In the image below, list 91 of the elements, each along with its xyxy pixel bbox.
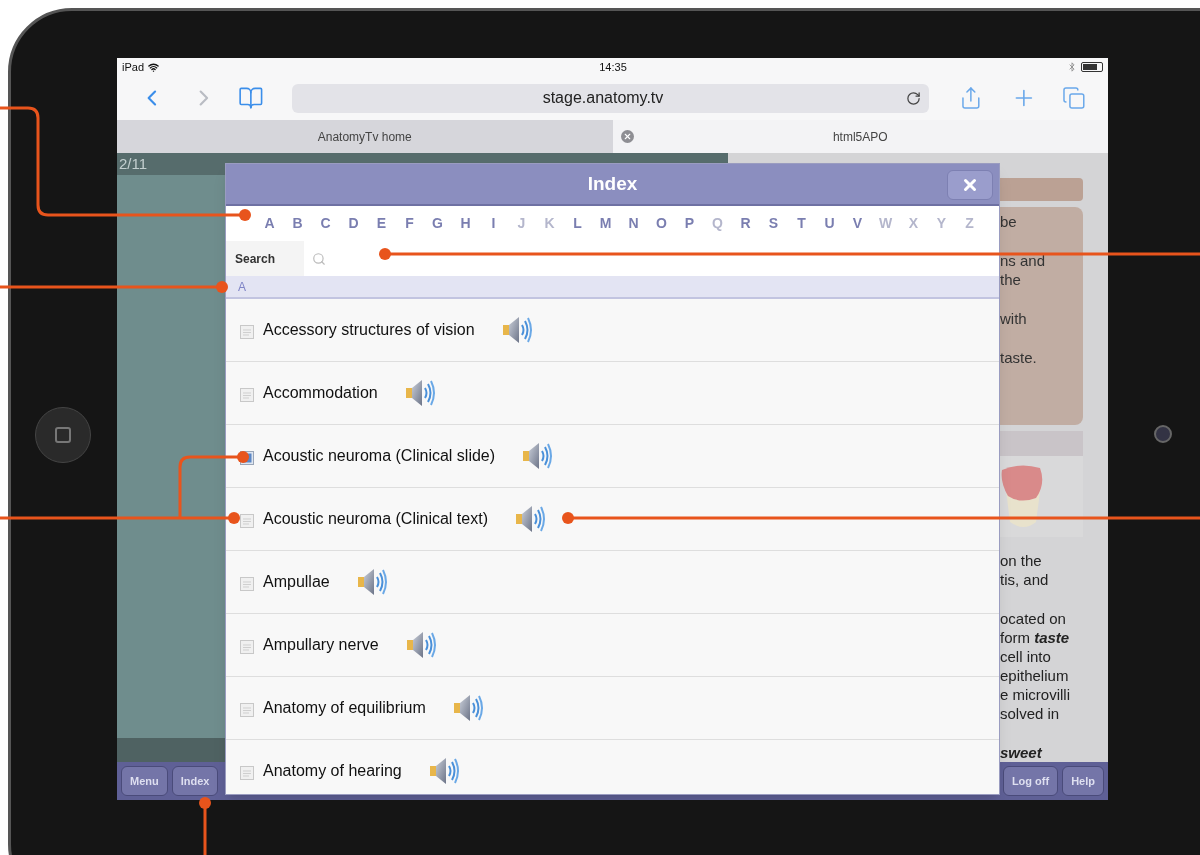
speaker-icon[interactable] xyxy=(356,567,389,597)
bluetooth-icon xyxy=(1067,62,1077,72)
slide-counter: 2/11 xyxy=(119,153,148,174)
search-label: Search xyxy=(226,241,304,276)
letter-link[interactable]: T xyxy=(794,213,809,234)
speaker-icon[interactable] xyxy=(452,693,485,723)
clock-time: 14:35 xyxy=(599,59,627,75)
text-line: form taste xyxy=(1000,628,1071,647)
entry-label: Acoustic neuroma (Clinical slide) xyxy=(263,446,496,466)
square-icon xyxy=(55,427,71,443)
letter-link[interactable]: F xyxy=(402,213,417,234)
letter-link[interactable]: Q xyxy=(710,213,725,234)
index-entry[interactable]: Anatomy of equilibrium xyxy=(226,677,999,740)
letter-link[interactable]: U xyxy=(822,213,837,234)
close-button[interactable] xyxy=(947,170,993,200)
letter-link[interactable]: Y xyxy=(934,213,949,234)
letter-link[interactable]: K xyxy=(542,213,557,234)
battery-icon xyxy=(1081,62,1103,72)
browser-tab[interactable]: AnatomyTv home xyxy=(117,120,613,153)
text-line: taste. xyxy=(1000,348,1038,368)
close-tab-icon[interactable] xyxy=(620,130,634,143)
letter-link[interactable]: Z xyxy=(962,213,977,234)
index-entry[interactable]: Ampullary nerve xyxy=(226,614,999,677)
text-line: e microvilli xyxy=(1000,685,1071,704)
letter-link[interactable]: N xyxy=(626,213,641,234)
camera-icon xyxy=(1154,425,1172,443)
close-icon xyxy=(961,176,979,194)
text-line: the xyxy=(1000,270,1022,290)
letter-link[interactable]: M xyxy=(598,213,613,234)
entry-label: Ampullary nerve xyxy=(263,635,379,655)
index-entry[interactable]: Anatomy of hearing xyxy=(226,740,999,794)
text-line: epithelium xyxy=(1000,666,1070,685)
leader-line xyxy=(199,797,211,855)
entry-label: Anatomy of equilibrium xyxy=(263,698,426,718)
letter-link[interactable]: G xyxy=(430,213,445,234)
speaker-icon[interactable] xyxy=(514,504,547,534)
letter-link[interactable]: L xyxy=(570,213,585,234)
entry-label: Anatomy of hearing xyxy=(263,761,402,781)
letter-link[interactable]: X xyxy=(906,213,921,234)
letter-link[interactable]: J xyxy=(514,213,529,234)
text-line: on the xyxy=(1000,551,1043,570)
home-button[interactable] xyxy=(35,407,91,463)
text-line: tis, and xyxy=(1000,570,1050,589)
letter-link[interactable]: E xyxy=(374,213,389,234)
entry-label: Accessory structures of vision xyxy=(263,320,475,340)
letter-link[interactable]: R xyxy=(738,213,753,234)
tabs-icon[interactable] xyxy=(1062,86,1086,110)
letter-link[interactable]: P xyxy=(682,213,697,234)
text-line: ns and xyxy=(1000,251,1047,271)
letter-link[interactable]: V xyxy=(850,213,865,234)
index-entry[interactable]: Ampullae xyxy=(226,551,999,614)
speaker-icon[interactable] xyxy=(428,756,461,786)
bookmarks-icon[interactable] xyxy=(238,85,265,111)
browser-tab[interactable]: html5APO xyxy=(612,120,1108,153)
toolbar-button[interactable]: Help xyxy=(1062,766,1104,796)
url-text: stage.anatomy.tv xyxy=(541,88,665,108)
text-line: solved in xyxy=(1000,704,1061,723)
speaker-icon[interactable] xyxy=(405,630,438,660)
letter-link[interactable]: S xyxy=(766,213,781,234)
dialog-title: Index xyxy=(587,171,638,196)
letter-link[interactable]: D xyxy=(346,213,361,234)
reload-icon[interactable] xyxy=(905,90,921,106)
letter-link[interactable]: H xyxy=(458,213,473,234)
search-icon xyxy=(312,251,326,266)
text-line: sweet xyxy=(1000,743,1044,762)
carrier-label: iPad xyxy=(122,59,145,75)
entry-label: Ampullae xyxy=(263,572,330,592)
text-line: ocated on xyxy=(1000,609,1067,628)
letter-link[interactable]: O xyxy=(654,213,669,234)
toolbar-button[interactable]: Menu xyxy=(121,766,168,796)
text-line: with xyxy=(1000,309,1028,329)
index-entry[interactable]: Acoustic neuroma (Clinical text) xyxy=(226,488,999,551)
letter-link[interactable]: W xyxy=(878,213,893,234)
index-entry[interactable]: Accessory structures of vision xyxy=(226,299,999,362)
toolbar-button[interactable]: Index xyxy=(171,766,219,796)
speaker-icon[interactable] xyxy=(522,441,555,471)
text-line: cell into xyxy=(1000,647,1052,666)
section-letter: A xyxy=(238,278,246,296)
toolbar-button[interactable]: Log off xyxy=(1002,766,1059,796)
speaker-icon[interactable] xyxy=(404,378,437,408)
entry-label: Acoustic neuroma (Clinical text) xyxy=(263,509,488,529)
index-entry[interactable]: Accommodation xyxy=(226,362,999,425)
wifi-icon xyxy=(148,61,160,73)
text-line: be xyxy=(1000,212,1018,232)
address-field[interactable]: stage.anatomy.tv xyxy=(292,83,929,113)
entry-label: Accommodation xyxy=(263,383,378,403)
letter-link[interactable]: B xyxy=(290,213,305,234)
letter-link[interactable]: A xyxy=(262,213,277,234)
speaker-icon[interactable] xyxy=(501,315,534,345)
letter-link[interactable]: C xyxy=(318,213,333,234)
letter-link[interactable]: I xyxy=(486,213,501,234)
